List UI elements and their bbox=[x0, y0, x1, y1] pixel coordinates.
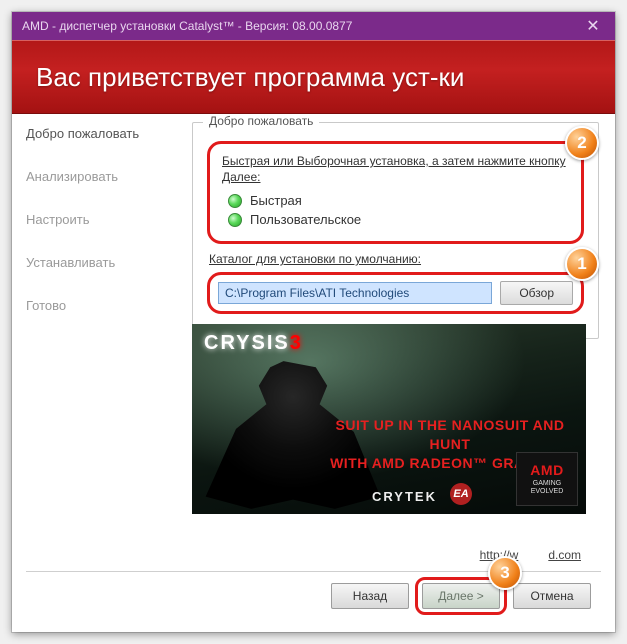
install-path-callout: Обзор 1 bbox=[207, 272, 584, 314]
promo-title-text: CRYSIS bbox=[204, 332, 290, 354]
step-configure[interactable]: Настроить bbox=[26, 212, 184, 227]
back-button[interactable]: Назад bbox=[331, 583, 409, 609]
titlebar: AMD - диспетчер установки Catalyst™ - Ве… bbox=[12, 12, 615, 40]
crytek-logo: CRYTEK bbox=[372, 489, 437, 504]
close-button[interactable]: ✕ bbox=[571, 12, 615, 40]
next-button[interactable]: Далее > bbox=[422, 583, 500, 609]
gaming-evolved-text: GAMING EVOLVED bbox=[521, 480, 573, 495]
link-text-b: d.com bbox=[548, 548, 581, 562]
cancel-button[interactable]: Отмена bbox=[513, 583, 591, 609]
group-legend: Добро пожаловать bbox=[203, 114, 319, 128]
install-instruction: Быстрая или Выборочная установка, а зате… bbox=[222, 154, 569, 185]
promo-title-num: 3 bbox=[290, 332, 303, 354]
radio-custom-label: Пользовательское bbox=[250, 212, 361, 227]
radio-dot-icon bbox=[228, 194, 242, 208]
promo-title: CRYSIS3 bbox=[204, 332, 303, 355]
radio-express[interactable]: Быстрая bbox=[228, 193, 569, 208]
browse-button[interactable]: Обзор bbox=[500, 281, 573, 305]
radio-express-label: Быстрая bbox=[250, 193, 302, 208]
step-install[interactable]: Устанавливать bbox=[26, 255, 184, 270]
promo-tagline-1: SUIT UP IN THE NANOSUIT AND HUNT bbox=[324, 416, 576, 454]
catalog-label: Каталог для установки по умолчанию: bbox=[209, 252, 584, 266]
next-button-callout: Далее > 3 bbox=[415, 577, 507, 615]
annotation-badge-1: 1 bbox=[565, 247, 599, 281]
window-title: AMD - диспетчер установки Catalyst™ - Ве… bbox=[22, 19, 352, 33]
install-type-callout: Быстрая или Выборочная установка, а зате… bbox=[207, 141, 584, 244]
amd-text: AMD bbox=[530, 462, 563, 478]
close-icon: ✕ bbox=[586, 16, 599, 36]
radio-custom[interactable]: Пользовательское bbox=[228, 212, 569, 227]
radio-dot-icon bbox=[228, 213, 242, 227]
wizard-steps: Добро пожаловать Анализировать Настроить… bbox=[26, 126, 184, 313]
welcome-groupbox: Добро пожаловать Быстрая или Выборочная … bbox=[192, 122, 599, 339]
step-done[interactable]: Готово bbox=[26, 298, 184, 313]
page-title: Вас приветствует программа уст-ки bbox=[36, 62, 464, 93]
amd-gaming-evolved-logo: AMD GAMING EVOLVED bbox=[516, 452, 578, 506]
promo-banner: CRYSIS3 SUIT UP IN THE NANOSUIT AND HUNT… bbox=[192, 324, 586, 514]
wizard-footer: Назад Далее > 3 Отмена bbox=[12, 576, 615, 632]
annotation-badge-2: 2 bbox=[565, 126, 599, 160]
install-path-input[interactable] bbox=[218, 282, 492, 304]
annotation-badge-3: 3 bbox=[488, 556, 522, 590]
step-analyze[interactable]: Анализировать bbox=[26, 169, 184, 184]
step-welcome[interactable]: Добро пожаловать bbox=[26, 126, 184, 141]
header-band: Вас приветствует программа уст-ки bbox=[12, 40, 615, 114]
ea-logo: EA bbox=[450, 483, 472, 505]
